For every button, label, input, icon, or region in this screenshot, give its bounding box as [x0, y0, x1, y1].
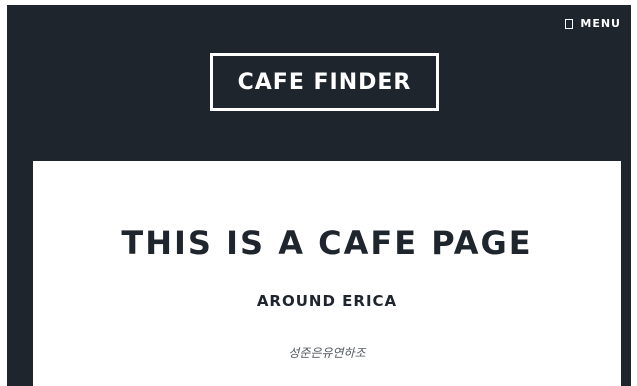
page-title: THIS IS A CAFE PAGE	[121, 224, 533, 262]
page-header-background: MENU CAFE FINDER THIS IS A CAFE PAGE ARO…	[7, 5, 631, 386]
menu-label: MENU	[580, 17, 621, 30]
byline-text: 성준은유연하조	[288, 346, 366, 360]
menu-toggle-button[interactable]: MENU	[565, 17, 621, 30]
page-subtitle: AROUND ERICA	[256, 292, 398, 310]
brand-logo-link[interactable]: CAFE FINDER	[210, 53, 439, 111]
menu-icon	[565, 18, 574, 29]
content-card: THIS IS A CAFE PAGE AROUND ERICA 성준은유연하조	[33, 161, 621, 386]
